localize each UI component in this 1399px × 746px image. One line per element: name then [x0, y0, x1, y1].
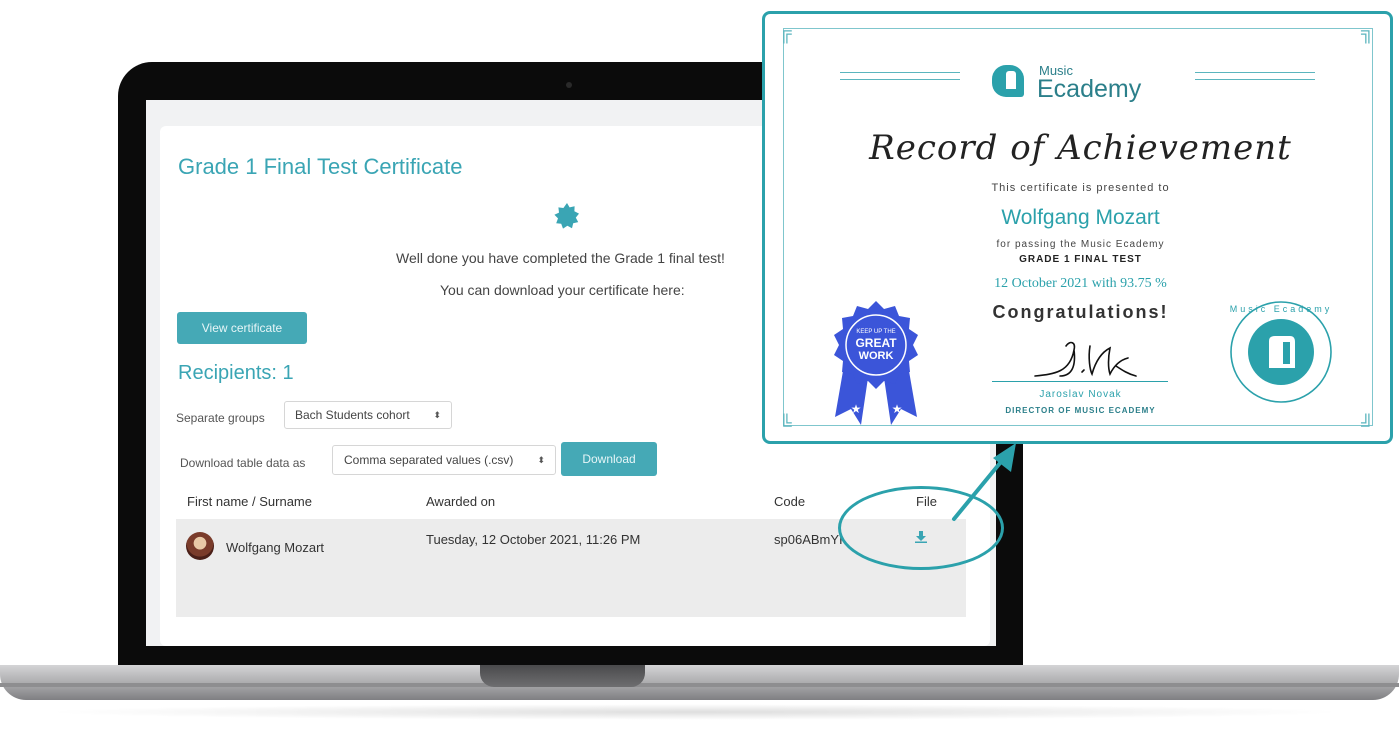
header-rule-left	[840, 72, 960, 80]
date-score: 12 October 2021 with 93.75 %	[994, 276, 1167, 291]
certificate-recipient: Wolfgang Mozart	[1001, 206, 1160, 229]
presented-to: This certificate is presented to	[991, 182, 1170, 194]
test-name: GRADE 1 FINAL TEST	[1019, 254, 1142, 265]
music-ecademy-seal-icon: Music Ecademy	[1230, 301, 1333, 403]
for-line: for passing the Music Ecademy	[996, 239, 1165, 250]
corner-ornament-icon: ╚	[779, 414, 792, 434]
star-icon: ★	[892, 402, 903, 416]
ribbon-top-text: KEEP UP THE	[856, 329, 895, 335]
corner-ornament-icon: ╗	[1361, 22, 1374, 42]
seal-text: Music Ecademy	[1230, 304, 1333, 314]
ribbon-line2: WORK	[859, 350, 894, 362]
header-rule-right	[1195, 72, 1315, 80]
signature	[1034, 341, 1137, 377]
ribbon-line1: GREAT	[855, 336, 897, 350]
award-ribbon-icon: KEEP UP THE GREAT WORK ★ ★	[834, 301, 918, 425]
certificate: ╔ ╗ ╚ ╝ Music Ecademy Record of Achievem…	[762, 11, 1393, 444]
corner-ornament-icon: ╝	[1361, 414, 1374, 434]
star-icon: ★	[851, 402, 862, 416]
piano-logo-icon	[992, 65, 1024, 97]
certificate-title: Record of Achievement	[869, 128, 1292, 168]
brand-name: Ecademy	[1037, 75, 1142, 103]
signature-line	[992, 381, 1168, 382]
corner-ornament-icon: ╔	[779, 22, 792, 42]
